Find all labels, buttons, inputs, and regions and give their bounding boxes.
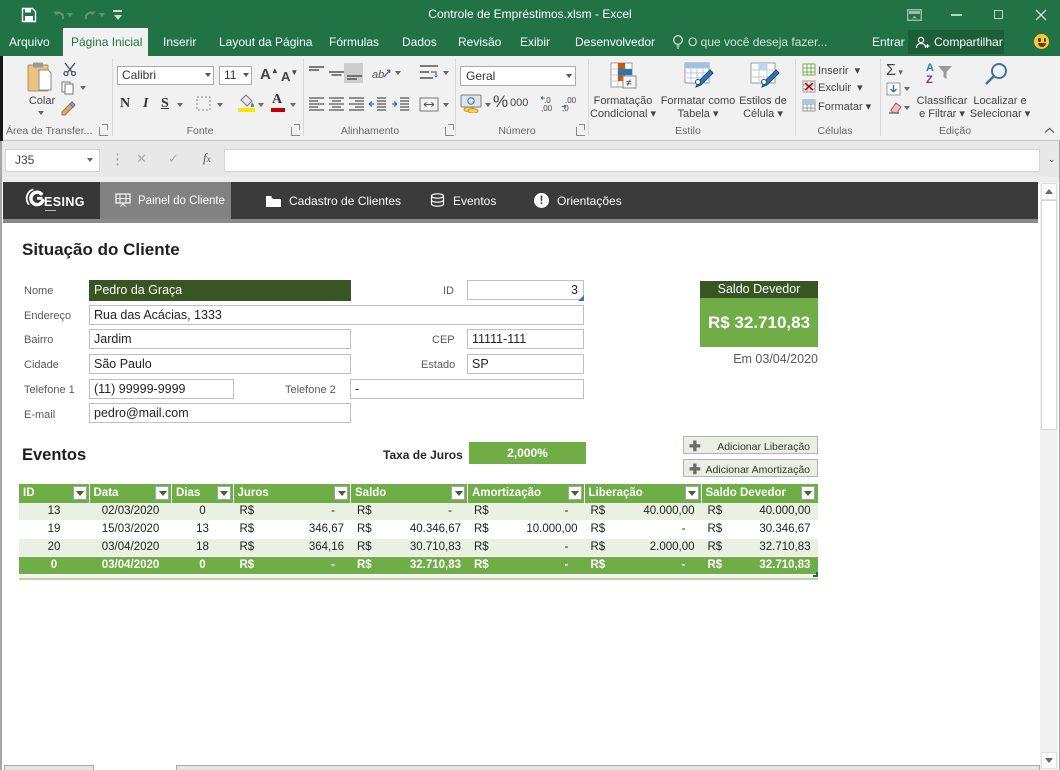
svg-text:ab: ab	[372, 69, 384, 81]
svg-text:A: A	[926, 62, 934, 74]
svg-text:,00: ,00	[541, 104, 553, 112]
svg-text:Z: Z	[926, 74, 933, 86]
svg-text:,0: ,0	[562, 104, 569, 112]
svg-text:≠: ≠	[626, 78, 632, 89]
